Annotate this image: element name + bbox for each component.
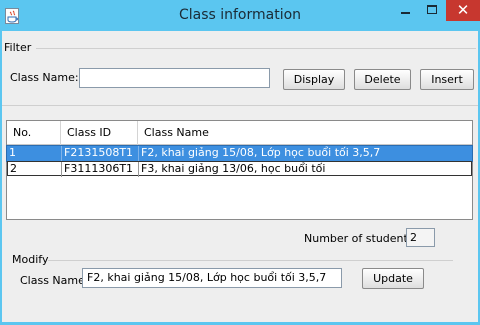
table-header: No. Class ID Class Name xyxy=(7,121,472,145)
close-button[interactable]: ✕ xyxy=(446,0,480,21)
filter-group-label: Filter xyxy=(4,41,32,54)
class-table[interactable]: No. Class ID Class Name 1 F2131508T1 F2,… xyxy=(6,120,473,220)
cell-no: 2 xyxy=(10,162,17,175)
title-bar[interactable]: Class information ✕ xyxy=(0,0,480,31)
maximize-button[interactable] xyxy=(419,0,445,21)
cell-class-name: F3, khai giảng 13/06, học buổi tối xyxy=(138,162,471,177)
column-header-class-id[interactable]: Class ID xyxy=(61,121,138,145)
minimize-icon xyxy=(401,12,410,14)
modify-class-name-label: Class Name: xyxy=(20,274,89,287)
column-header-no[interactable]: No. xyxy=(7,121,61,145)
display-button[interactable]: Display xyxy=(283,69,345,90)
filter-class-name-input[interactable] xyxy=(79,68,270,88)
main-window: Class information ✕ Filter Class Name: D… xyxy=(0,0,480,325)
students-count-value: 2 xyxy=(406,228,435,247)
update-button[interactable]: Update xyxy=(362,268,424,289)
cell-class-id: F3111306T1 xyxy=(61,162,138,177)
cell-class-id: F2131508T1 xyxy=(61,146,138,161)
cell-class-name: F2, khai giảng 15/08, Lớp học buổi tối 3… xyxy=(138,146,472,161)
table-divider xyxy=(2,105,478,106)
students-count-label: Number of students: xyxy=(304,232,418,245)
table-row[interactable]: 1 F2131508T1 F2, khai giảng 15/08, Lớp h… xyxy=(6,145,473,162)
modify-group-label: Modify xyxy=(12,253,49,266)
filter-class-name-label: Class Name: xyxy=(10,71,79,84)
minimize-button[interactable] xyxy=(392,0,418,21)
maximize-icon xyxy=(427,5,437,14)
content-pane: Filter Class Name: Display Delete Insert… xyxy=(2,31,478,322)
modify-group-divider xyxy=(48,260,453,261)
cell-no: 1 xyxy=(9,146,16,159)
table-row[interactable]: 2 F3111306T1 F3, khai giảng 13/06, học b… xyxy=(7,161,472,177)
modify-class-name-input[interactable]: F2, khai giảng 15/08, Lớp học buổi tối 3… xyxy=(82,268,342,288)
insert-button[interactable]: Insert xyxy=(420,69,474,90)
delete-button[interactable]: Delete xyxy=(354,69,411,90)
close-icon: ✕ xyxy=(456,1,470,19)
filter-group-divider xyxy=(36,48,476,49)
column-header-class-name[interactable]: Class Name xyxy=(138,121,472,145)
